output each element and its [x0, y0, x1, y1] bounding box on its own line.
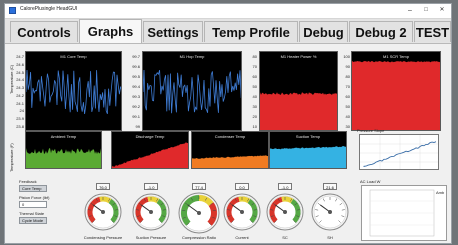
- y-tick-label: 23.9: [16, 116, 24, 122]
- gauge-current: 0.0 Current: [222, 183, 262, 243]
- y-tick-label: 50: [252, 84, 257, 89]
- tab-bar: Controls Graphs Settings Temp Profile De…: [5, 19, 451, 44]
- gauge-value: -1.0: [144, 183, 158, 190]
- suction-temp-area: [270, 146, 346, 168]
- plot-suction-temp: Suction Temp: [269, 131, 347, 169]
- scr-temp-area: [352, 60, 440, 130]
- gauge-value: 21.6: [323, 183, 337, 190]
- y-tick-label: 99.3: [132, 94, 140, 99]
- y-tick-label: 99.2: [132, 104, 140, 109]
- window-title: CalorePlusingle HeadGUI: [20, 6, 78, 12]
- discharge-temp-area: [112, 142, 188, 168]
- tab-graphs[interactable]: Graphs: [79, 19, 142, 43]
- thermal-state-label: Thermal State: [19, 211, 45, 216]
- y-tick-label: 24.4: [16, 77, 24, 83]
- piston-force-field[interactable]: 0: [19, 201, 47, 208]
- gauge-sh: 21.6 SH: [310, 183, 350, 243]
- maximize-button[interactable]: □: [419, 5, 433, 16]
- y-tick-label: 10: [252, 124, 257, 129]
- y-tick-label: 99.6: [132, 64, 140, 69]
- tab-temp-profile[interactable]: Temp Profile: [204, 21, 298, 42]
- y-tick-label: 30: [252, 104, 257, 109]
- hop-temp-trace: [143, 69, 241, 114]
- pressure-slope-trace: [360, 135, 438, 169]
- y-tick-label: 24.7: [16, 54, 24, 59]
- core-temp-trace: [26, 69, 121, 115]
- title-bar: CalorePlusingle HeadGUI – □ ✕: [5, 4, 451, 19]
- y-tick-label: 80: [345, 74, 350, 79]
- thermal-state-value: Cycle Mode: [19, 217, 47, 224]
- gauge-dial: [311, 193, 349, 231]
- y-tick-label: 40: [345, 114, 350, 119]
- y-tick-label: 20: [252, 114, 257, 119]
- tab-settings[interactable]: Settings: [143, 21, 203, 42]
- y-tick-label: 99.1: [132, 114, 140, 119]
- y-tick-label: 99.5: [132, 74, 140, 79]
- feedback-select[interactable]: Core Temp: [19, 185, 47, 192]
- ambient-temp-area: [26, 148, 101, 168]
- y-tick-label: 100: [343, 54, 350, 59]
- gauge-suction-pressure: -1.0 Suction Pressure: [131, 183, 171, 243]
- y-tick-label: 24.6: [16, 61, 24, 67]
- y-tick-label: 24.5: [16, 69, 24, 75]
- close-button[interactable]: ✕: [435, 5, 449, 16]
- gauge-value: 76.0: [96, 183, 110, 190]
- tab-debug-2[interactable]: Debug 2: [349, 21, 413, 42]
- row2-y-axis-label: Temperature (F): [9, 143, 14, 172]
- gauge-dial: [223, 193, 261, 231]
- y-tick-label: 80: [252, 54, 257, 59]
- y-tick-label: 24.2: [16, 92, 24, 98]
- ac-load-title: AC Load W: [360, 179, 381, 184]
- ac-load-legend: Amb: [436, 190, 445, 195]
- gauge-dial: [178, 192, 220, 234]
- tab-debug[interactable]: Debug: [299, 21, 348, 42]
- y-tick-label: 24.3: [16, 85, 24, 91]
- y-tick-label: 99: [135, 124, 140, 129]
- y-tick-label: 60: [345, 94, 350, 99]
- gauge-condensing-pressure: 76.0 Condensing Pressure: [83, 183, 123, 243]
- y-tick-label: 99.7: [132, 54, 140, 59]
- plot-pressure-slope: [359, 134, 439, 170]
- plot-condenser-temp: Condenser Temp: [191, 131, 269, 169]
- gauge-label: SH: [327, 235, 333, 240]
- y-tick-label: 24: [19, 108, 24, 114]
- feedback-label: Feedback: [19, 179, 37, 184]
- tab-controls[interactable]: Controls: [10, 21, 78, 42]
- y-tick-label: 70: [252, 64, 257, 69]
- gauge-sc: -1.0 SC: [265, 183, 305, 243]
- ac-load-chart: Amb: [361, 185, 447, 241]
- gauge-dial: [132, 193, 170, 231]
- plot-m1-hop-temp: M1 Hop Temp: [142, 51, 242, 131]
- piston-force-label: Piston Force (lbf): [19, 195, 50, 200]
- tab-test[interactable]: TEST: [414, 21, 451, 42]
- plot-m1-scr-temp: M1 SCR Temp: [351, 51, 441, 131]
- app-window: CalorePlusingle HeadGUI – □ ✕ Controls G…: [4, 3, 452, 244]
- minimize-button[interactable]: –: [403, 5, 417, 16]
- y-tick-label: 99.4: [132, 84, 140, 89]
- heater-power-area: [260, 92, 337, 130]
- plot-m1-core-temp: M1 Core Temp: [25, 51, 122, 131]
- gauge-value: 77.4: [192, 183, 206, 190]
- condenser-temp-area: [192, 155, 268, 168]
- y-tick-label: 23.8: [16, 124, 24, 129]
- y-tick-label: 70: [345, 84, 350, 89]
- plot-ambient-temp: Ambient Temp: [25, 131, 102, 169]
- y-tick-label: 40: [252, 94, 257, 99]
- gauge-dial: [84, 193, 122, 231]
- y-tick-label: 50: [345, 104, 350, 109]
- y-tick-label: 24.1: [16, 100, 24, 106]
- gauge-compression-ratio: 77.4 Compression Ratio: [177, 183, 221, 243]
- y-tick-label: 60: [252, 74, 257, 79]
- plot-m1-heater-power: M1 Heater Power %: [259, 51, 338, 131]
- y-tick-label: 90: [345, 64, 350, 69]
- plot-discharge-temp: Discharge Temp: [111, 131, 189, 169]
- app-icon: [9, 7, 16, 14]
- pressure-slope-title: Pressure Slope: [357, 128, 385, 133]
- gauge-dial: [266, 193, 304, 231]
- y-tick-label: 30: [345, 124, 350, 129]
- gauge-value: 0.0: [235, 183, 249, 190]
- gauge-value: -1.0: [278, 183, 292, 190]
